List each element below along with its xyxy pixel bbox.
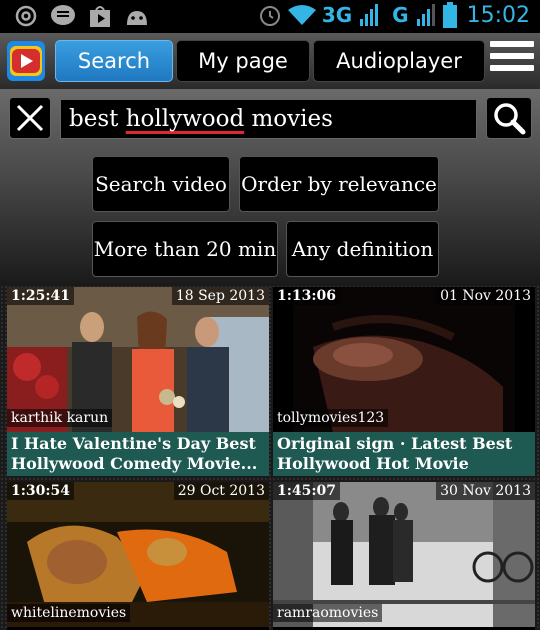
- video-duration: 1:25:41: [7, 287, 75, 305]
- signal-icon: [416, 4, 435, 26]
- android-icon: [127, 11, 147, 25]
- search-video-button[interactable]: Search video: [92, 156, 230, 212]
- channel-name: tollymovies123: [273, 409, 389, 427]
- video-date: 29 Oct 2013: [173, 482, 269, 500]
- top-navigation: Search My page Audioplayer: [0, 33, 540, 89]
- definition-filter-button[interactable]: Any definition: [286, 221, 439, 277]
- status-bar: 3G G 15:02: [0, 0, 540, 33]
- video-title: Original sign · Latest Best Hollywood Ho…: [273, 432, 535, 476]
- video-title: I Hate Valentine's Day Best Hollywood Co…: [7, 432, 269, 476]
- channel-name: whitelinemovies: [7, 604, 131, 622]
- play-store-icon: [90, 6, 110, 27]
- search-icon: [494, 103, 526, 135]
- query-text: best: [69, 106, 126, 132]
- video-duration: 1:45:07: [273, 482, 341, 500]
- search-input[interactable]: best hollywood movies: [60, 99, 477, 139]
- video-card[interactable]: 1:30:54 29 Oct 2013 whitelinemovies: [7, 482, 269, 630]
- search-panel: best hollywood movies Search video Order…: [0, 89, 540, 285]
- order-by-relevance-button[interactable]: Order by relevance: [239, 156, 439, 212]
- signal-icon: [360, 4, 379, 26]
- video-card[interactable]: 1:13:06 01 Nov 2013 tollymovies123 Origi…: [273, 287, 535, 476]
- menu-icon[interactable]: [490, 41, 534, 81]
- at-icon: [15, 5, 37, 27]
- video-date: 30 Nov 2013: [436, 482, 535, 500]
- channel-name: karthik karun: [7, 409, 113, 427]
- tab-search[interactable]: Search: [55, 40, 173, 82]
- clock: 15:02: [466, 2, 530, 28]
- results-grid: 1:25:41 18 Sep 2013 karthik karun I Hate…: [0, 285, 540, 630]
- close-icon: [16, 104, 44, 132]
- video-duration: 1:13:06: [273, 287, 341, 305]
- network-type-g: G: [392, 3, 409, 27]
- message-icon: [51, 5, 75, 25]
- query-misspelled-word: hollywood: [125, 106, 245, 132]
- search-button[interactable]: [486, 97, 532, 139]
- video-card[interactable]: 1:25:41 18 Sep 2013 karthik karun I Hate…: [7, 287, 269, 476]
- channel-name: ramraomovies: [273, 604, 383, 622]
- video-card[interactable]: 1:45:07 30 Nov 2013 ramraomovies: [273, 482, 535, 630]
- app-logo-icon[interactable]: [6, 40, 46, 82]
- tab-my-page[interactable]: My page: [176, 40, 310, 82]
- video-date: 01 Nov 2013: [436, 287, 535, 305]
- tab-audioplayer[interactable]: Audioplayer: [313, 40, 485, 82]
- network-type-3g: 3G: [321, 3, 353, 27]
- battery-icon: [442, 2, 457, 28]
- video-date: 18 Sep 2013: [171, 287, 269, 305]
- wifi-icon: [287, 5, 316, 25]
- clear-search-button[interactable]: [9, 97, 51, 139]
- video-duration: 1:30:54: [7, 482, 75, 500]
- query-text: movies: [244, 106, 333, 132]
- duration-filter-button[interactable]: More than 20 min: [92, 221, 278, 277]
- alarm-icon: [259, 6, 280, 26]
